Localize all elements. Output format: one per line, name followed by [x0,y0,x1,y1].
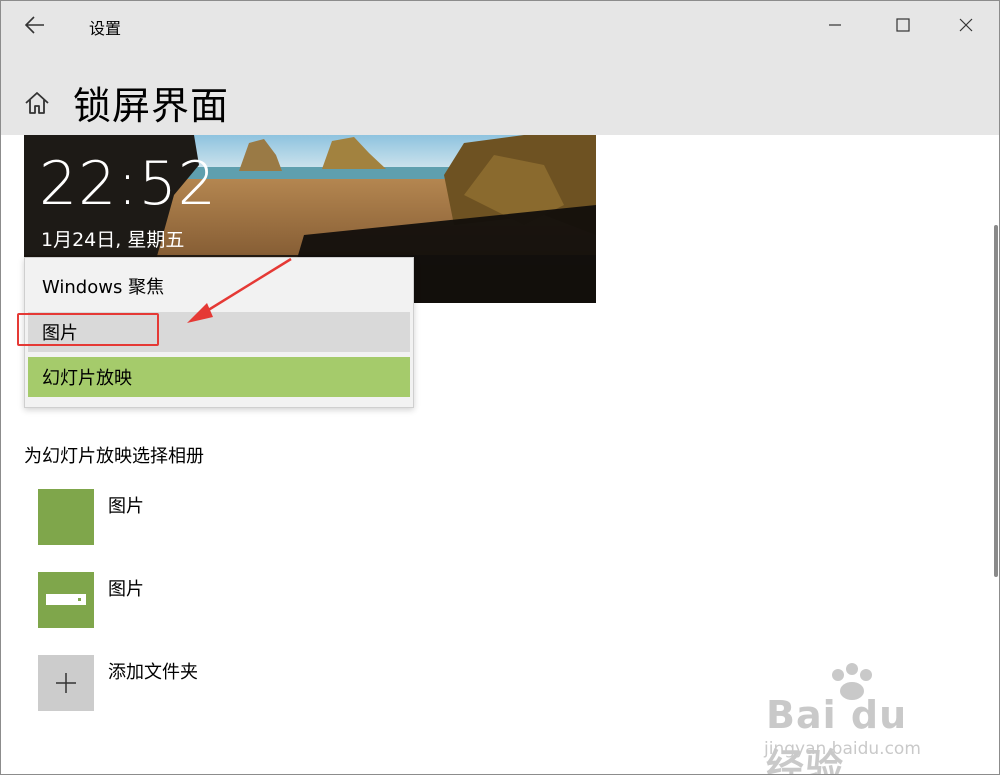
add-folder-label: 添加文件夹 [108,662,198,683]
scroll-thumb[interactable] [994,225,998,577]
drive-tile [38,572,94,628]
back-button[interactable] [15,9,55,41]
title-bar: 设置 锁屏界面 [1,1,999,135]
album-section-label: 为幻灯片放映选择相册 [24,446,204,467]
album-item[interactable]: 图片 [38,572,638,628]
add-folder-tile [38,655,94,711]
lockscreen-date: 1月24日, 星期五 [41,229,185,251]
page-title: 锁屏界面 [73,84,230,128]
baidu-watermark: Bai du 经验 jingyan.baidu.com [764,663,954,774]
app-title: 设置 [89,19,122,38]
plus-icon [56,673,76,693]
close-icon [959,18,973,32]
home-icon[interactable] [23,89,51,117]
album-item[interactable]: 图片 [38,489,638,545]
settings-window: 设置 锁屏界面 22:52 1月24日, 星期五 Windows 聚焦 图片 幻… [0,0,1000,775]
minimize-icon [829,24,841,26]
watermark-url: jingyan.baidu.com [764,739,921,759]
photo-tile-icon [38,489,94,545]
maximize-button[interactable] [880,5,926,45]
album-label: 图片 [108,496,144,517]
watermark-brand: Bai du 经验 [766,693,908,775]
annotation-highlight-box [17,313,159,346]
add-folder-button[interactable]: 添加文件夹 [38,655,638,711]
dropdown-option-slideshow[interactable]: 幻灯片放映 [28,357,410,397]
minimize-button[interactable] [812,5,858,45]
lockscreen-clock: 22:52 [39,149,217,219]
dropdown-option-windows-spotlight[interactable]: Windows 聚焦 [28,266,410,306]
drive-icon [46,594,86,605]
maximize-icon [896,18,910,32]
album-label: 图片 [108,579,144,600]
vertical-scrollbar[interactable] [993,135,999,773]
close-button[interactable] [943,5,989,45]
back-arrow-icon [25,16,44,34]
